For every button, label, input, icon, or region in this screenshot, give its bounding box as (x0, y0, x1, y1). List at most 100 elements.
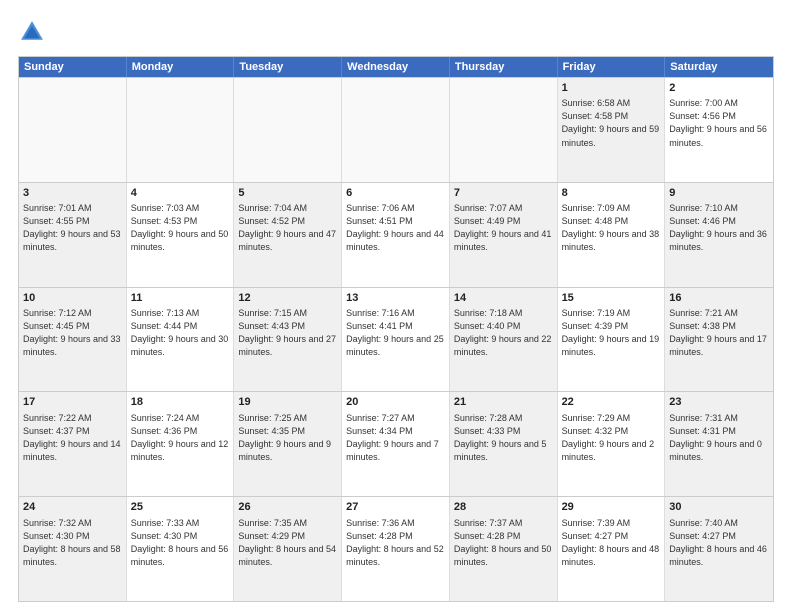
cal-cell: 6Sunrise: 7:06 AM Sunset: 4:51 PM Daylig… (342, 183, 450, 287)
cal-cell: 24Sunrise: 7:32 AM Sunset: 4:30 PM Dayli… (19, 497, 127, 601)
cal-cell: 13Sunrise: 7:16 AM Sunset: 4:41 PM Dayli… (342, 288, 450, 392)
week-row-4: 17 Sunrise: 7:22 AM Sunset: 4:37 PM Dayli… (19, 391, 773, 496)
day-number: 11 (131, 291, 230, 306)
cal-cell: 30 Sunrise: 7:40 AM Sunset: 4:27 PM Dayli… (665, 497, 773, 601)
cell-info: Sunrise: 7:32 AM Sunset: 4:30 PM Dayligh… (23, 517, 122, 569)
cell-info: Sunrise: 7:13 AM Sunset: 4:44 PM Dayligh… (131, 307, 230, 359)
day-number: 23 (669, 395, 769, 410)
cell-info: Sunrise: 6:58 AM Sunset: 4:58 PM Dayligh… (562, 97, 661, 149)
day-number: 13 (346, 291, 445, 306)
cell-info: Sunrise: 7:18 AM Sunset: 4:40 PM Dayligh… (454, 307, 553, 359)
cal-cell: 16Sunrise: 7:21 AM Sunset: 4:38 PM Dayli… (665, 288, 773, 392)
day-number: 22 (562, 395, 661, 410)
day-number: 25 (131, 500, 230, 515)
day-number: 18 (131, 395, 230, 410)
calendar-body: 1Sunrise: 6:58 AM Sunset: 4:58 PM Daylig… (19, 77, 773, 601)
cell-info: Sunrise: 7:12 AM Sunset: 4:45 PM Dayligh… (23, 307, 122, 359)
day-number: 12 (238, 291, 337, 306)
cal-cell: 2Sunrise: 7:00 AM Sunset: 4:56 PM Daylig… (665, 78, 773, 182)
cal-cell: 21 Sunrise: 7:28 AM Sunset: 4:33 PM Dayli… (450, 392, 558, 496)
cal-cell: 25 Sunrise: 7:33 AM Sunset: 4:30 PM Dayli… (127, 497, 235, 601)
cell-info: Sunrise: 7:37 AM Sunset: 4:28 PM Dayligh… (454, 517, 553, 569)
cell-info: Sunrise: 7:36 AM Sunset: 4:28 PM Dayligh… (346, 517, 445, 569)
logo (18, 18, 50, 46)
cell-info: Sunrise: 7:35 AM Sunset: 4:29 PM Dayligh… (238, 517, 337, 569)
header-cell-wednesday: Wednesday (342, 57, 450, 77)
cal-cell (127, 78, 235, 182)
cell-info: Sunrise: 7:33 AM Sunset: 4:30 PM Dayligh… (131, 517, 230, 569)
day-number: 30 (669, 500, 769, 515)
cal-cell: 17 Sunrise: 7:22 AM Sunset: 4:37 PM Dayli… (19, 392, 127, 496)
day-number: 20 (346, 395, 445, 410)
day-number: 29 (562, 500, 661, 515)
cal-cell: 23 Sunrise: 7:31 AM Sunset: 4:31 PM Dayli… (665, 392, 773, 496)
cell-info: Sunrise: 7:04 AM Sunset: 4:52 PM Dayligh… (238, 202, 337, 254)
cal-cell: 5Sunrise: 7:04 AM Sunset: 4:52 PM Daylig… (234, 183, 342, 287)
cell-info: Sunrise: 7:09 AM Sunset: 4:48 PM Dayligh… (562, 202, 661, 254)
cal-cell: 4Sunrise: 7:03 AM Sunset: 4:53 PM Daylig… (127, 183, 235, 287)
day-number: 4 (131, 186, 230, 201)
day-number: 9 (669, 186, 769, 201)
cell-info: Sunrise: 7:24 AM Sunset: 4:36 PM Dayligh… (131, 412, 230, 464)
cal-cell: 19 Sunrise: 7:25 AM Sunset: 4:35 PM Dayli… (234, 392, 342, 496)
day-number: 14 (454, 291, 553, 306)
cal-cell (342, 78, 450, 182)
cell-info: Sunrise: 7:21 AM Sunset: 4:38 PM Dayligh… (669, 307, 769, 359)
cal-cell: 26 Sunrise: 7:35 AM Sunset: 4:29 PM Dayli… (234, 497, 342, 601)
week-row-1: 1Sunrise: 6:58 AM Sunset: 4:58 PM Daylig… (19, 77, 773, 182)
cal-cell: 10Sunrise: 7:12 AM Sunset: 4:45 PM Dayli… (19, 288, 127, 392)
cell-info: Sunrise: 7:06 AM Sunset: 4:51 PM Dayligh… (346, 202, 445, 254)
cell-info: Sunrise: 7:28 AM Sunset: 4:33 PM Dayligh… (454, 412, 553, 464)
cell-info: Sunrise: 7:39 AM Sunset: 4:27 PM Dayligh… (562, 517, 661, 569)
cal-cell: 15Sunrise: 7:19 AM Sunset: 4:39 PM Dayli… (558, 288, 666, 392)
cell-info: Sunrise: 7:27 AM Sunset: 4:34 PM Dayligh… (346, 412, 445, 464)
cal-cell (450, 78, 558, 182)
header-cell-friday: Friday (558, 57, 666, 77)
cell-info: Sunrise: 7:31 AM Sunset: 4:31 PM Dayligh… (669, 412, 769, 464)
cell-info: Sunrise: 7:10 AM Sunset: 4:46 PM Dayligh… (669, 202, 769, 254)
day-number: 28 (454, 500, 553, 515)
cell-info: Sunrise: 7:22 AM Sunset: 4:37 PM Dayligh… (23, 412, 122, 464)
page: SundayMondayTuesdayWednesdayThursdayFrid… (0, 0, 792, 612)
calendar: SundayMondayTuesdayWednesdayThursdayFrid… (18, 56, 774, 602)
day-number: 16 (669, 291, 769, 306)
cal-cell: 7Sunrise: 7:07 AM Sunset: 4:49 PM Daylig… (450, 183, 558, 287)
week-row-2: 3Sunrise: 7:01 AM Sunset: 4:55 PM Daylig… (19, 182, 773, 287)
cal-cell: 3Sunrise: 7:01 AM Sunset: 4:55 PM Daylig… (19, 183, 127, 287)
header-cell-monday: Monday (127, 57, 235, 77)
cal-cell: 12Sunrise: 7:15 AM Sunset: 4:43 PM Dayli… (234, 288, 342, 392)
cal-cell: 20 Sunrise: 7:27 AM Sunset: 4:34 PM Dayli… (342, 392, 450, 496)
calendar-header: SundayMondayTuesdayWednesdayThursdayFrid… (19, 57, 773, 77)
cal-cell: 18 Sunrise: 7:24 AM Sunset: 4:36 PM Dayli… (127, 392, 235, 496)
header-cell-saturday: Saturday (665, 57, 773, 77)
day-number: 27 (346, 500, 445, 515)
day-number: 7 (454, 186, 553, 201)
cell-info: Sunrise: 7:29 AM Sunset: 4:32 PM Dayligh… (562, 412, 661, 464)
day-number: 26 (238, 500, 337, 515)
cell-info: Sunrise: 7:00 AM Sunset: 4:56 PM Dayligh… (669, 97, 769, 149)
logo-icon (18, 18, 46, 46)
day-number: 21 (454, 395, 553, 410)
cell-info: Sunrise: 7:25 AM Sunset: 4:35 PM Dayligh… (238, 412, 337, 464)
day-number: 17 (23, 395, 122, 410)
cal-cell: 14Sunrise: 7:18 AM Sunset: 4:40 PM Dayli… (450, 288, 558, 392)
cal-cell: 29 Sunrise: 7:39 AM Sunset: 4:27 PM Dayli… (558, 497, 666, 601)
day-number: 10 (23, 291, 122, 306)
cell-info: Sunrise: 7:40 AM Sunset: 4:27 PM Dayligh… (669, 517, 769, 569)
cal-cell: 11Sunrise: 7:13 AM Sunset: 4:44 PM Dayli… (127, 288, 235, 392)
cal-cell: 28 Sunrise: 7:37 AM Sunset: 4:28 PM Dayli… (450, 497, 558, 601)
cell-info: Sunrise: 7:03 AM Sunset: 4:53 PM Dayligh… (131, 202, 230, 254)
cal-cell: 27 Sunrise: 7:36 AM Sunset: 4:28 PM Dayli… (342, 497, 450, 601)
cell-info: Sunrise: 7:16 AM Sunset: 4:41 PM Dayligh… (346, 307, 445, 359)
cell-info: Sunrise: 7:07 AM Sunset: 4:49 PM Dayligh… (454, 202, 553, 254)
cal-cell: 22 Sunrise: 7:29 AM Sunset: 4:32 PM Dayli… (558, 392, 666, 496)
cal-cell (19, 78, 127, 182)
day-number: 1 (562, 81, 661, 96)
day-number: 5 (238, 186, 337, 201)
header-cell-sunday: Sunday (19, 57, 127, 77)
day-number: 19 (238, 395, 337, 410)
header-cell-tuesday: Tuesday (234, 57, 342, 77)
day-number: 6 (346, 186, 445, 201)
day-number: 15 (562, 291, 661, 306)
week-row-3: 10Sunrise: 7:12 AM Sunset: 4:45 PM Dayli… (19, 287, 773, 392)
